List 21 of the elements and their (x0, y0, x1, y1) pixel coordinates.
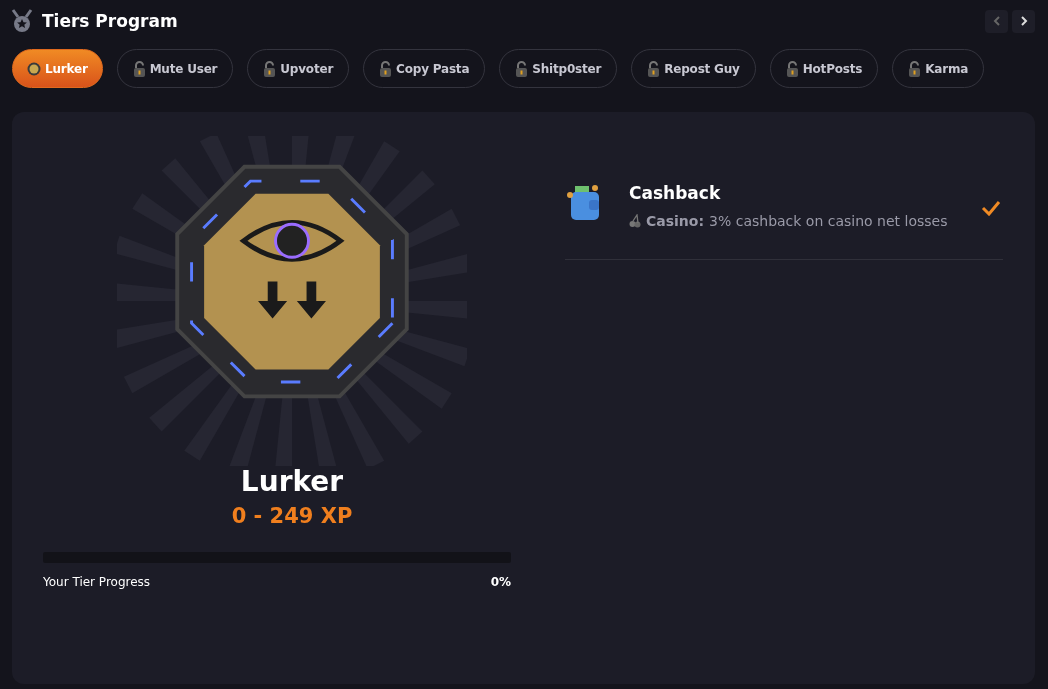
chevron-left-icon (992, 16, 1001, 26)
padlock-icon (647, 60, 661, 77)
reward-description: 3% cashback on casino net losses (709, 213, 948, 229)
padlock-icon (132, 60, 146, 77)
reward-category: Casino: (646, 213, 705, 229)
reward-title: Cashback (629, 183, 722, 203)
next-button[interactable] (1012, 9, 1035, 33)
medal-icon (27, 61, 41, 76)
progress-label: Your Tier Progress (43, 575, 151, 589)
padlock-icon (379, 60, 393, 77)
chevron-right-icon (1019, 16, 1028, 26)
medal-icon (10, 9, 34, 33)
cherries-icon (629, 214, 641, 228)
progress-percent: 0% (490, 575, 511, 589)
tier-name: Lurker (240, 465, 344, 498)
padlock-icon (263, 60, 277, 77)
xp-range: 0 - 249 XP (231, 504, 353, 528)
page-title: Tiers Program (42, 11, 178, 31)
padlock-icon (785, 60, 799, 77)
padlock-icon (515, 60, 529, 77)
padlock-icon (908, 60, 922, 77)
